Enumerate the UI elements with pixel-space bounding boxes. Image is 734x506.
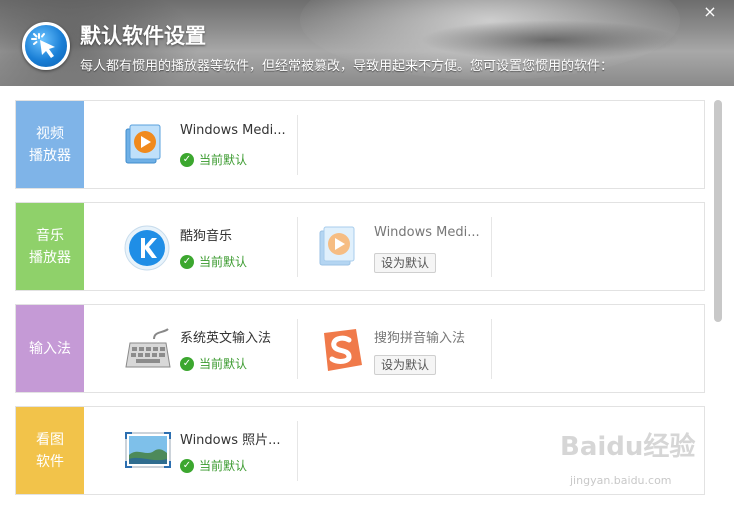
watermark-text: Baidu经验 <box>560 432 696 462</box>
kugou-music-icon <box>124 225 172 273</box>
category-label-video: 视频 播放器 <box>16 101 84 188</box>
check-icon: ✓ <box>180 356 194 371</box>
category-label-music: 音乐 播放器 <box>16 203 84 290</box>
category-row-video: 视频 播放器 Windows Medi... ✓ 当前默认 <box>15 100 705 189</box>
current-default-status: ✓ 当前默认 <box>180 253 247 270</box>
category-label-input-method: 输入法 <box>16 305 84 392</box>
app-name: 酷狗音乐 <box>180 229 233 244</box>
app-name: Windows Medi... <box>180 123 286 138</box>
windows-photo-viewer-icon <box>124 429 172 477</box>
windows-media-player-icon <box>124 123 172 171</box>
check-icon: ✓ <box>180 458 194 473</box>
app-name: 搜狗拼音输入法 <box>374 331 466 346</box>
app-option[interactable]: 酷狗音乐 ✓ 当前默认 <box>84 203 298 290</box>
app-option[interactable]: Windows Medi... ✓ 当前默认 <box>84 101 298 188</box>
divider <box>297 115 298 175</box>
keyboard-icon <box>124 327 172 375</box>
app-name: Windows 照片... <box>180 433 281 448</box>
header-background-shadow <box>420 20 680 60</box>
category-label-image-viewer: 看图 软件 <box>16 407 84 494</box>
divider <box>491 217 492 277</box>
windows-media-player-icon <box>318 225 366 273</box>
current-default-status: ✓ 当前默认 <box>180 457 247 474</box>
set-default-button[interactable]: 设为默认 <box>374 253 437 273</box>
current-default-status: ✓ 当前默认 <box>180 151 247 168</box>
app-option[interactable]: 系统英文输入法 ✓ 当前默认 <box>84 305 298 392</box>
app-option[interactable]: 搜狗拼音输入法 设为默认 <box>278 305 492 392</box>
app-name: 系统英文输入法 <box>180 331 272 346</box>
app-option[interactable]: Windows Medi... 设为默认 <box>278 203 492 290</box>
close-icon[interactable]: × <box>700 2 720 22</box>
dialog-subtitle: 每人都有惯用的播放器等软件，但经常被篡改，导致用起来不方便。您可设置您惯用的软件… <box>80 59 614 74</box>
divider <box>297 421 298 481</box>
check-icon: ✓ <box>180 152 194 167</box>
category-row-music: 音乐 播放器 酷狗音乐 ✓ 当前默认 Windows Medi... 设为默认 <box>15 202 705 291</box>
divider <box>491 319 492 379</box>
scrollbar-thumb[interactable] <box>714 100 722 322</box>
set-default-button[interactable]: 设为默认 <box>374 355 437 375</box>
dialog-title: 默认软件设置 <box>80 24 206 48</box>
current-default-status: ✓ 当前默认 <box>180 355 247 372</box>
sogou-input-icon <box>318 327 366 375</box>
settings-logo-icon <box>22 22 70 70</box>
watermark-url: jingyan.baidu.com <box>570 474 672 487</box>
check-icon: ✓ <box>180 254 194 269</box>
dialog-header: 默认软件设置 每人都有惯用的播放器等软件，但经常被篡改，导致用起来不方便。您可设… <box>0 0 734 86</box>
app-name: Windows Medi... <box>374 225 480 240</box>
app-option[interactable]: Windows 照片... ✓ 当前默认 <box>84 407 298 494</box>
category-row-input-method: 输入法 系统英文输入法 ✓ 当前默认 搜狗拼音输入法 设为默认 <box>15 304 705 393</box>
